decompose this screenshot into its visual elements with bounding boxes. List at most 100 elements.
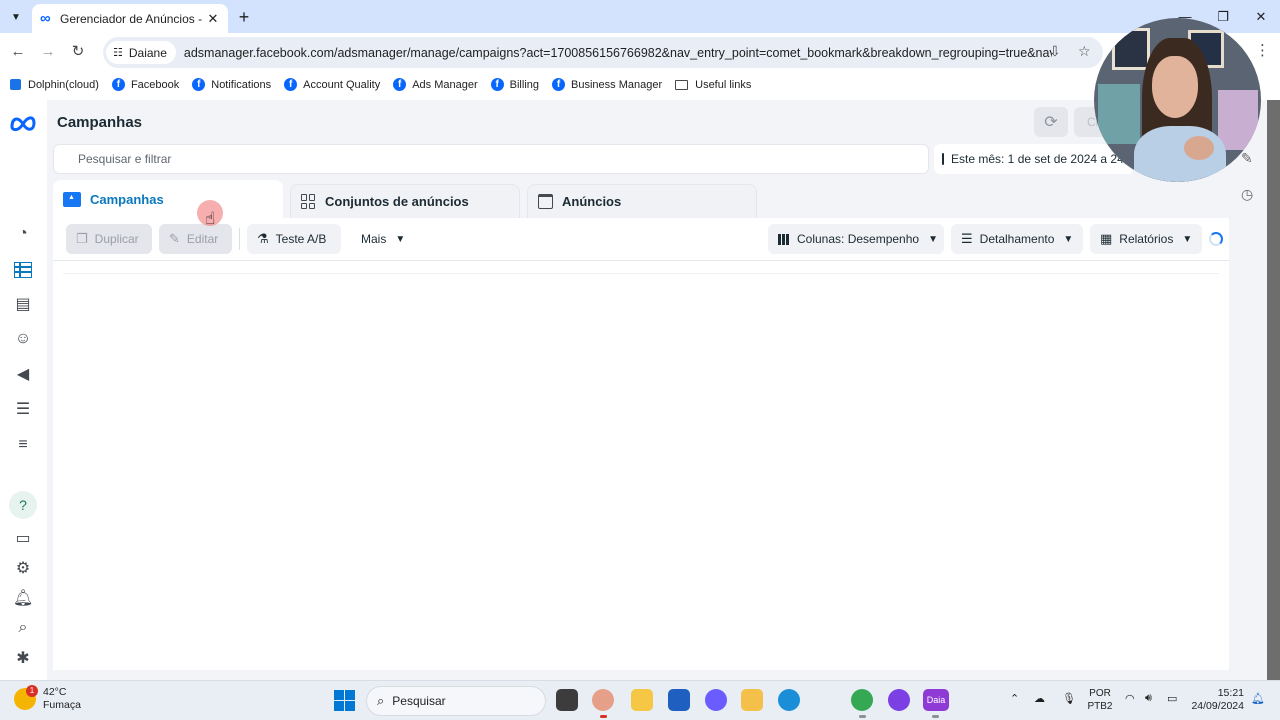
window-close-icon[interactable]: ✕ bbox=[1242, 0, 1280, 33]
caret-down-icon: ▼ bbox=[1063, 233, 1074, 245]
webcam-background-frame bbox=[1218, 90, 1258, 150]
new-tab-icon[interactable]: + bbox=[233, 6, 255, 28]
ad-sets-grid-icon bbox=[301, 194, 316, 209]
meta-favicon-icon: ∞ bbox=[40, 10, 51, 27]
bookmark-facebook[interactable]: f Facebook bbox=[111, 78, 179, 91]
duplicate-icon: ❐ bbox=[76, 231, 88, 246]
forward-icon[interactable]: → bbox=[37, 41, 59, 63]
chrome-browser-icon[interactable] bbox=[851, 689, 873, 711]
audiences-icon[interactable]: ☺ bbox=[11, 327, 35, 351]
date-range-picker[interactable]: Este mês: 1 de set de 2024 a 24 de set d… bbox=[934, 144, 1134, 174]
notifications-bell-icon[interactable]: 🔔︎ bbox=[1251, 692, 1265, 705]
onedrive-cloud-icon[interactable]: ☁ bbox=[1034, 692, 1045, 705]
bookmark-account-quality[interactable]: f Account Quality bbox=[284, 78, 380, 91]
ab-test-button[interactable]: ⚗ Teste A/B bbox=[247, 224, 341, 254]
meta-logo-icon[interactable] bbox=[9, 112, 37, 137]
columns-dropdown[interactable]: Colunas: Desempenho ▼ bbox=[768, 224, 944, 254]
all-tools-menu-icon[interactable]: ≡ bbox=[11, 433, 35, 457]
tab-search-menu-icon[interactable]: ▼ bbox=[5, 6, 27, 28]
bookmark-star-icon[interactable]: ☆ bbox=[1078, 43, 1091, 60]
site-chip-label: Daiane bbox=[128, 45, 167, 60]
tray-overflow-chevron-icon[interactable]: ⌃ bbox=[1010, 692, 1019, 705]
side-edit-pencil-icon[interactable]: ✎ bbox=[1241, 150, 1253, 167]
volume-icon[interactable]: 🔊︎ bbox=[1145, 692, 1152, 705]
breakdown-dropdown[interactable]: ☰ Detalhamento ▼ bbox=[951, 224, 1083, 254]
documents-icon[interactable]: ▭ bbox=[11, 526, 35, 550]
facebook-icon: f bbox=[284, 78, 298, 91]
daia-app-icon[interactable]: Daia bbox=[923, 689, 949, 711]
bookmark-ads-manager[interactable]: f Ads Manager bbox=[393, 78, 478, 91]
ads-manager-page: ◔ ▤ ☺ ◀ ☰ ≡ ? ▭ ⚙ 🔔︎ ⌕ ✱ Campanhas ⟳ Cr … bbox=[0, 100, 1280, 680]
settings-gear-icon[interactable]: ⚙ bbox=[11, 556, 35, 580]
browser-menu-icon[interactable]: ⋮ bbox=[1255, 41, 1270, 59]
copilot-app-icon[interactable] bbox=[705, 689, 727, 711]
tab-campaigns-label: Campanhas bbox=[90, 191, 164, 207]
campaigns-table-icon[interactable] bbox=[11, 258, 35, 282]
site-info-chip[interactable]: ☷ Daiane bbox=[106, 41, 176, 64]
microphone-icon[interactable]: 🎙︎ bbox=[1062, 692, 1076, 705]
dashboard-gauge-icon[interactable]: ◔ bbox=[11, 222, 35, 246]
bookmark-billing[interactable]: f Billing bbox=[490, 78, 539, 91]
facebook-icon: f bbox=[111, 78, 125, 91]
taskbar-search[interactable]: ⌕ Pesquisar bbox=[366, 686, 546, 716]
vertical-scrollbar[interactable]: ▲ ▼ bbox=[1267, 100, 1280, 680]
notifications-bell-icon[interactable]: 🔔︎ bbox=[11, 586, 35, 610]
battery-icon[interactable]: ▭ bbox=[1167, 692, 1177, 705]
url-text[interactable]: adsmanager.facebook.com/adsmanager/manag… bbox=[184, 46, 1052, 60]
billing-stack-icon[interactable]: ☰ bbox=[11, 397, 35, 421]
file-explorer-icon[interactable] bbox=[741, 689, 763, 711]
weather-widget[interactable]: 1 42°C Fumaça bbox=[14, 685, 81, 712]
terminal-app-icon[interactable] bbox=[556, 689, 578, 711]
bookmark-folder-useful-links[interactable]: Useful links bbox=[675, 79, 751, 91]
wifi-icon[interactable]: ◠ bbox=[1125, 692, 1135, 705]
install-app-icon[interactable]: ⇩ bbox=[1049, 43, 1061, 60]
search-filter-input[interactable] bbox=[54, 145, 928, 173]
system-clock[interactable]: 15:21 24/09/2024 bbox=[1190, 687, 1244, 713]
weather-sun-icon: 1 bbox=[14, 685, 38, 710]
bookmark-notifications[interactable]: f Notifications bbox=[192, 78, 271, 91]
facebook-icon: f bbox=[192, 78, 206, 91]
clock-time: 15:21 bbox=[1217, 687, 1244, 699]
active-app-indicator bbox=[600, 715, 607, 718]
back-icon[interactable]: ← bbox=[7, 41, 29, 63]
tab-ad-sets[interactable]: Conjuntos de anúncios bbox=[290, 184, 520, 218]
toolbar-divider bbox=[239, 228, 240, 250]
duplicate-button[interactable]: ❐ Duplicar bbox=[66, 224, 152, 254]
reports-book-icon: ▦ bbox=[1100, 231, 1113, 246]
report-bug-icon[interactable]: ✱ bbox=[11, 646, 35, 670]
address-bar[interactable]: ☷ Daiane adsmanager.facebook.com/adsmana… bbox=[103, 37, 1103, 68]
webcam-person-face bbox=[1152, 56, 1198, 118]
more-dropdown[interactable]: Mais ▼ bbox=[351, 224, 415, 254]
search-filter-bar[interactable] bbox=[53, 144, 929, 174]
flask-icon: ⚗ bbox=[257, 231, 269, 246]
refresh-button[interactable]: ⟳ bbox=[1034, 107, 1068, 137]
tune-icon: ☷ bbox=[113, 47, 123, 59]
browser-tab-active[interactable]: ∞ Gerenciador de Anúncios - Gerenciador … bbox=[32, 4, 228, 33]
bookmark-business-manager[interactable]: f Business Manager bbox=[552, 78, 662, 91]
advertising-megaphone-icon[interactable]: ◀ bbox=[11, 362, 35, 386]
side-history-clock-icon[interactable]: ◷ bbox=[1241, 186, 1253, 203]
reload-icon[interactable]: ↻ bbox=[67, 41, 89, 63]
tab-ads[interactable]: Anúncios bbox=[527, 184, 757, 218]
edge-browser-icon[interactable] bbox=[778, 689, 800, 711]
active-app-indicator bbox=[932, 715, 939, 718]
chrome-profile-app-icon[interactable] bbox=[592, 689, 614, 711]
reports-dropdown[interactable]: ▦ Relatórios ▼ bbox=[1090, 224, 1202, 254]
reports-icon[interactable]: ▤ bbox=[11, 292, 35, 316]
caret-down-icon: ▼ bbox=[1182, 233, 1193, 245]
tab-campaigns[interactable]: Campanhas bbox=[53, 180, 283, 218]
date-range-label: Este mês: 1 de set de 2024 a 24 de set d… bbox=[951, 152, 1134, 166]
help-icon[interactable]: ? bbox=[9, 491, 37, 519]
input-language[interactable]: POR PTB2 bbox=[1086, 687, 1114, 713]
edit-button[interactable]: ✎ Editar bbox=[159, 224, 232, 254]
notes-app-icon[interactable] bbox=[631, 689, 653, 711]
windows-start-icon[interactable] bbox=[334, 690, 355, 711]
store-app-icon[interactable] bbox=[668, 689, 690, 711]
bookmark-dolphin[interactable]: Dolphin(cloud) bbox=[10, 79, 99, 91]
search-icon: ⌕ bbox=[377, 693, 385, 708]
purple-app-icon[interactable] bbox=[888, 689, 910, 711]
tab-ads-label: Anúncios bbox=[562, 194, 622, 209]
search-icon[interactable]: ⌕ bbox=[11, 616, 35, 640]
tab-close-icon[interactable]: ✕ bbox=[206, 11, 220, 27]
ad-icon bbox=[538, 194, 553, 209]
